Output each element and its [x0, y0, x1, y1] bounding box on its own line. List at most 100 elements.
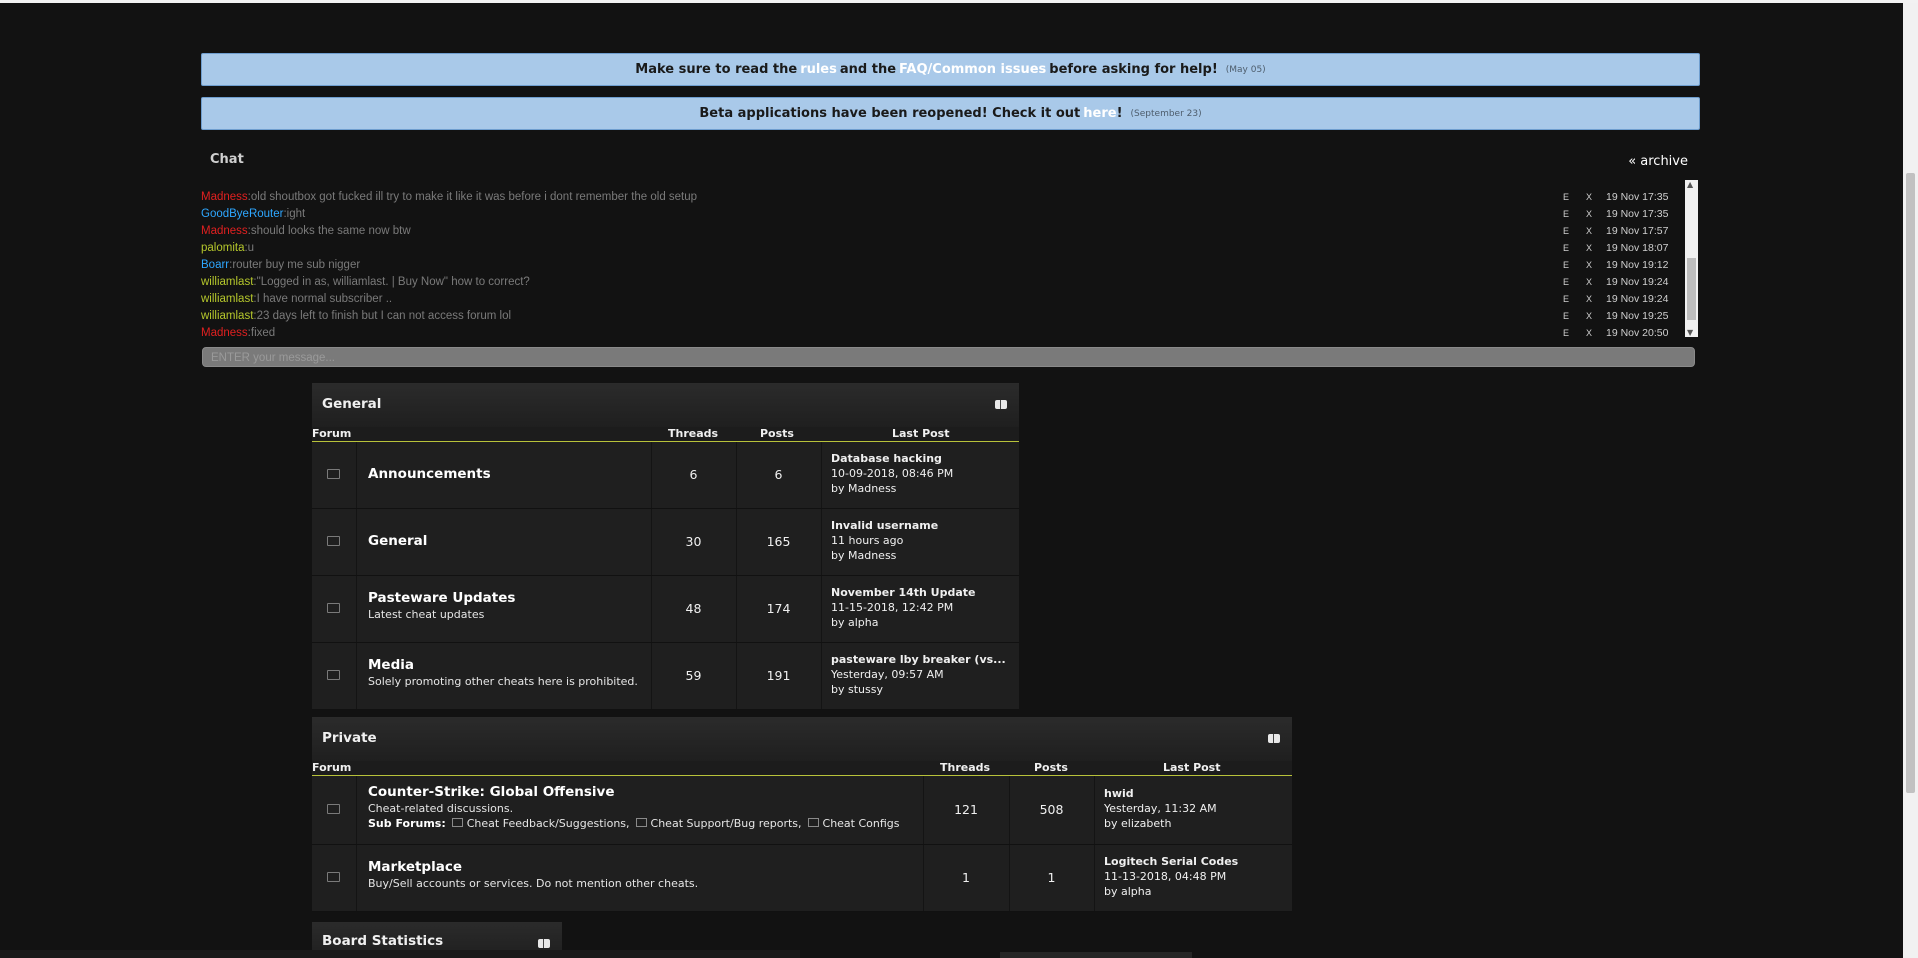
- chat-username[interactable]: Madness: [201, 191, 248, 203]
- forum-link[interactable]: Pasteware Updates: [368, 590, 515, 606]
- last-post-author[interactable]: by stussy: [831, 682, 1006, 697]
- collapse-icon[interactable]: [1268, 734, 1280, 743]
- col-posts: Posts: [1034, 761, 1068, 774]
- forum-row: Media Solely promoting other cheats here …: [312, 643, 1019, 710]
- chat-username[interactable]: williamlast: [201, 276, 253, 288]
- chat-edit-button[interactable]: E: [1563, 274, 1569, 291]
- chat-delete-button[interactable]: X: [1586, 257, 1592, 274]
- scrollbar-thumb[interactable]: [1906, 173, 1915, 793]
- chat-scrollbar[interactable]: ▲ ▼: [1685, 180, 1698, 337]
- chat-box: Chat « archive ▲ ▼ Madness:old shoutbox …: [201, 145, 1698, 367]
- last-post-title[interactable]: Invalid username: [831, 518, 938, 533]
- thread-count: 6: [689, 467, 698, 482]
- chat-edit-button[interactable]: E: [1563, 223, 1569, 240]
- forum-description: Buy/Sell accounts or services. Do not me…: [368, 877, 699, 890]
- chat-delete-button[interactable]: X: [1586, 240, 1592, 257]
- chat-message: GoodByeRouter:ight E X 19 Nov 17:35: [201, 206, 1683, 223]
- last-post-author[interactable]: by elizabeth: [1104, 816, 1217, 831]
- faq-link[interactable]: FAQ/Common issues: [899, 62, 1046, 77]
- chat-delete-button[interactable]: X: [1586, 308, 1592, 325]
- chat-text: u: [247, 242, 255, 254]
- chat-username[interactable]: Boarr: [201, 259, 229, 271]
- last-post-date: 10-09-2018, 08:46 PM: [831, 467, 954, 480]
- chat-username[interactable]: GoodByeRouter: [201, 208, 283, 220]
- chat-edit-button[interactable]: E: [1563, 325, 1569, 337]
- chat-message: williamlast:I have normal subscriber .. E…: [201, 291, 1683, 308]
- post-count: 174: [766, 601, 791, 616]
- rules-link[interactable]: rules: [800, 62, 837, 77]
- chat-message-input[interactable]: ENTER your message...: [202, 347, 1695, 367]
- announcement-date: (September 23): [1130, 108, 1202, 119]
- chat-message: palomita:u E X 19 Nov 18:07: [201, 240, 1683, 257]
- chat-edit-button[interactable]: E: [1563, 291, 1569, 308]
- column-headers: Forum Threads Posts Last Post: [312, 761, 1292, 776]
- category-header: General: [312, 383, 1019, 427]
- category-title: General: [322, 396, 382, 412]
- chat-delete-button[interactable]: X: [1586, 223, 1592, 240]
- chat-delete-button[interactable]: X: [1586, 189, 1592, 206]
- chat-username[interactable]: Madness: [201, 225, 248, 237]
- last-post-title[interactable]: Logitech Serial Codes: [1104, 854, 1238, 869]
- forum-row: Marketplace Buy/Sell accounts or services…: [312, 845, 1292, 912]
- forum-row: Counter-Strike: Global Offensive Cheat-re…: [312, 776, 1292, 845]
- forum-link[interactable]: Counter-Strike: Global Offensive: [368, 784, 615, 800]
- chat-text: fixed: [250, 327, 276, 337]
- col-forum: Forum: [312, 427, 352, 440]
- chat-username[interactable]: Madness: [201, 327, 248, 337]
- last-post-title[interactable]: pasteware lby breaker (vs...: [831, 652, 1006, 667]
- last-post: Invalid username 11 hours ago by Madness: [831, 518, 938, 563]
- col-threads: Threads: [940, 761, 991, 774]
- last-post-date: Yesterday, 09:57 AM: [831, 668, 944, 681]
- subforum-folder-icon: [635, 818, 647, 827]
- here-link[interactable]: here: [1083, 106, 1116, 121]
- scroll-up-icon[interactable]: ▲: [1687, 180, 1693, 189]
- chat-scroll-thumb[interactable]: [1687, 258, 1696, 320]
- chat-username[interactable]: williamlast: [201, 293, 253, 305]
- announcement-text: Beta applications have been reopened! Ch…: [699, 106, 1081, 121]
- forum-row: General 30 165 Invalid username 11 hours ago…: [312, 509, 1019, 576]
- chat-delete-button[interactable]: X: [1586, 274, 1592, 291]
- thread-count: 121: [954, 802, 978, 817]
- last-post-title[interactable]: November 14th Update: [831, 585, 976, 600]
- forum-link[interactable]: Media: [368, 657, 414, 673]
- subforum-link[interactable]: Cheat Support/Bug reports,: [651, 817, 802, 830]
- last-post-author[interactable]: by Madness: [831, 481, 953, 496]
- chat-text: router buy me sub nigger: [232, 259, 361, 271]
- page-scrollbar[interactable]: [1903, 3, 1918, 958]
- forum-link[interactable]: Announcements: [368, 466, 491, 482]
- chat-message: williamlast:"Logged in as, williamlast. …: [201, 274, 1683, 291]
- chat-edit-button[interactable]: E: [1563, 206, 1569, 223]
- chat-message: Madness:fixed E X 19 Nov 20:50: [201, 325, 1683, 337]
- announcement-beta: Beta applications have been reopened! Ch…: [201, 97, 1700, 130]
- subforum-link[interactable]: Cheat Feedback/Suggestions,: [467, 817, 630, 830]
- last-post-title[interactable]: Database hacking: [831, 451, 953, 466]
- chat-delete-button[interactable]: X: [1586, 291, 1592, 308]
- chat-log: ▲ ▼ Madness:old shoutbox got fucked ill …: [201, 180, 1698, 337]
- announcement-text: and the: [839, 62, 897, 77]
- chat-timestamp: 19 Nov 20:50: [1606, 327, 1669, 337]
- collapse-icon[interactable]: [995, 400, 1007, 409]
- last-post-author[interactable]: by Madness: [831, 548, 938, 563]
- forum-link[interactable]: General: [368, 533, 427, 549]
- last-post-title[interactable]: hwid: [1104, 786, 1217, 801]
- chat-edit-button[interactable]: E: [1563, 257, 1569, 274]
- chat-delete-button[interactable]: X: [1586, 325, 1592, 337]
- chat-edit-button[interactable]: E: [1563, 240, 1569, 257]
- chat-title: Chat: [210, 152, 244, 167]
- forum-link[interactable]: Marketplace: [368, 859, 462, 875]
- subforum-link[interactable]: Cheat Configs: [823, 817, 900, 830]
- chat-text: I have normal subscriber ..: [256, 293, 393, 305]
- chat-edit-button[interactable]: E: [1563, 189, 1569, 206]
- chat-username[interactable]: palomita: [201, 242, 244, 254]
- last-post-author[interactable]: by alpha: [1104, 884, 1238, 899]
- post-count: 1: [1047, 870, 1056, 885]
- chat-header: Chat « archive: [201, 145, 1698, 180]
- chat-edit-button[interactable]: E: [1563, 308, 1569, 325]
- chat-username[interactable]: williamlast: [201, 310, 253, 322]
- scroll-down-icon[interactable]: ▼: [1687, 328, 1693, 337]
- chat-archive-link[interactable]: « archive: [1628, 154, 1688, 169]
- chat-delete-button[interactable]: X: [1586, 206, 1592, 223]
- last-post: November 14th Update 11-15-2018, 12:42 PM…: [831, 585, 976, 630]
- last-post-author[interactable]: by alpha: [831, 615, 976, 630]
- collapse-icon[interactable]: [538, 939, 550, 948]
